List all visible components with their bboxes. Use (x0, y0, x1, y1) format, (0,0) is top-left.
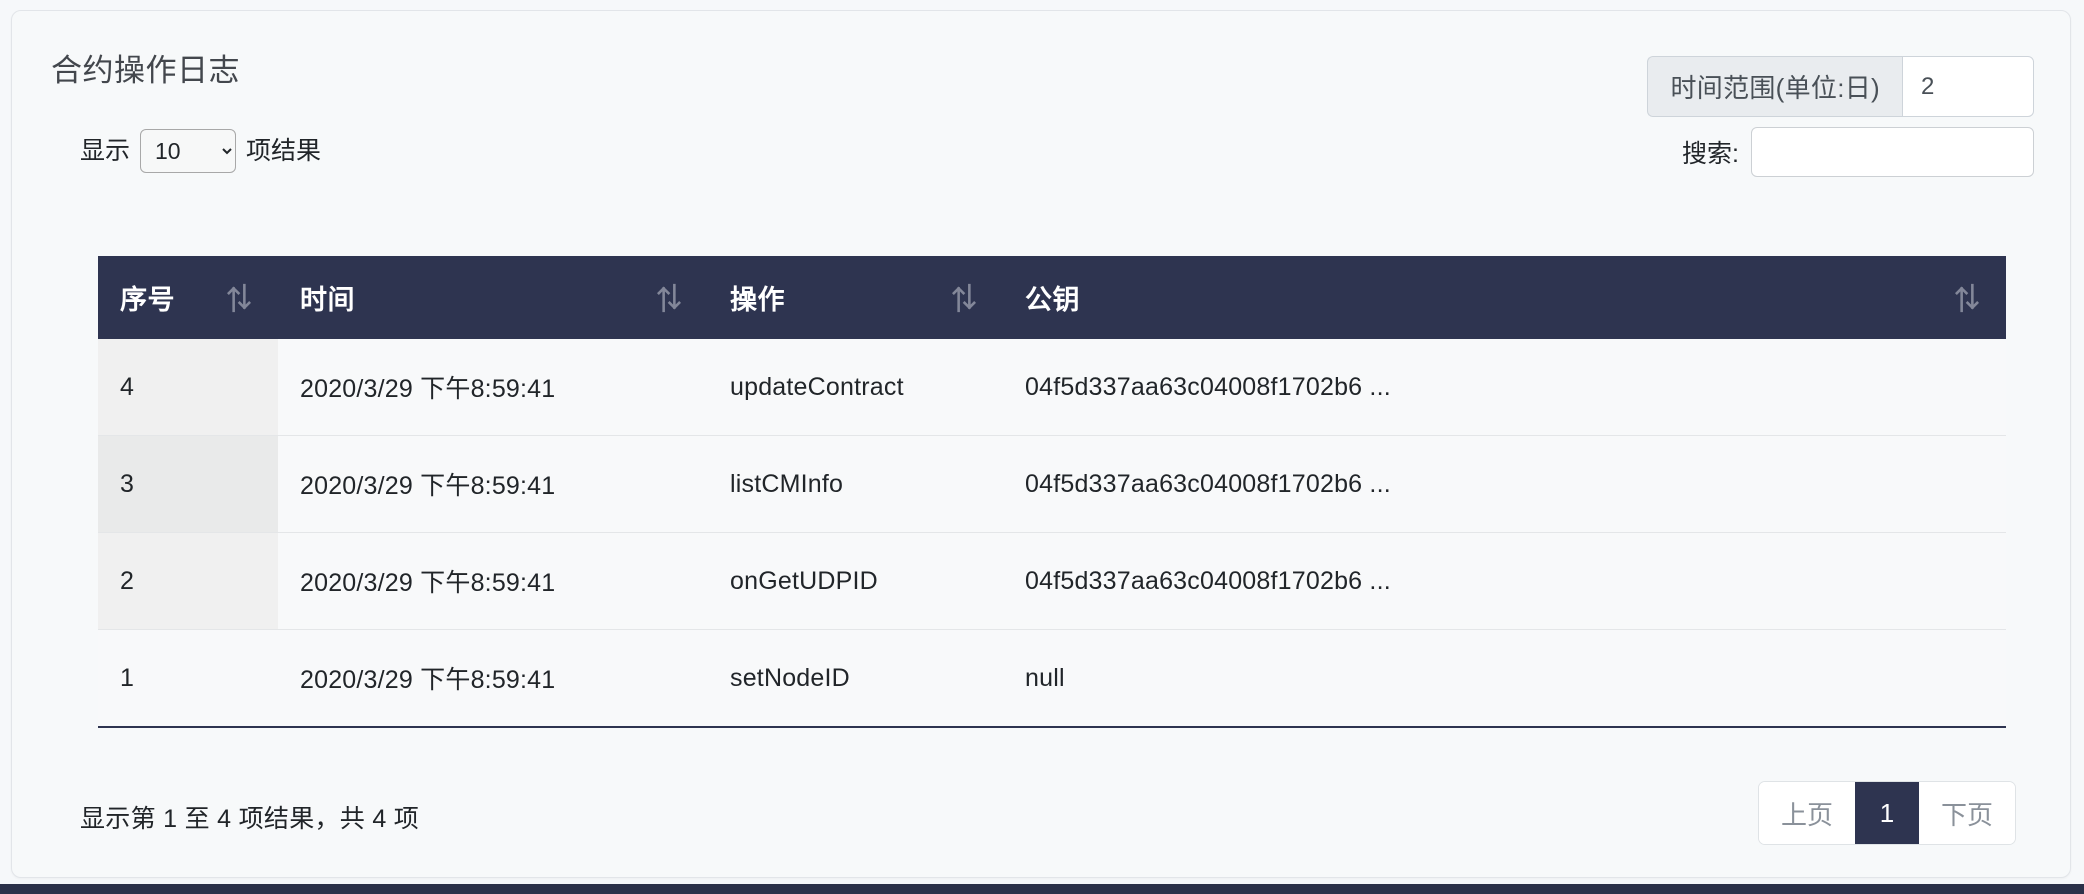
column-header-index-label: 序号 (120, 285, 175, 315)
column-header-time[interactable]: 时间 (278, 256, 708, 339)
cell-operation: onGetUDPID (708, 532, 1003, 630)
time-range-label: 时间范围(单位:日) (1647, 56, 1902, 117)
card-header: 合约操作日志 时间范围(单位:日) (12, 11, 2070, 119)
table-controls: 显示 10 项结果 搜索: (12, 119, 2070, 195)
cell-index: 3 (98, 435, 278, 533)
cell-operation: updateContract (708, 339, 1003, 436)
time-range-input[interactable] (1902, 56, 2034, 117)
log-table-wrapper: 序号 时间 操作 公钥 4 2020/3/29 下午8:59:41 update… (98, 256, 2006, 728)
pagination-next-button[interactable]: 下页 (1918, 782, 2015, 844)
cell-index: 4 (98, 339, 278, 436)
page-title: 合约操作日志 (51, 53, 240, 88)
length-menu-suffix: 项结果 (246, 136, 322, 165)
length-select[interactable]: 10 (140, 129, 237, 173)
pagination-previous-button[interactable]: 上页 (1758, 782, 1855, 844)
table-row[interactable]: 3 2020/3/29 下午8:59:41 listCMInfo 04f5d33… (98, 435, 2006, 533)
table-row[interactable]: 1 2020/3/29 下午8:59:41 setNodeID null (98, 629, 2006, 728)
cell-operation: setNodeID (708, 629, 1003, 728)
search-control: 搜索: (1682, 127, 2034, 177)
cell-pubkey: 04f5d337aa63c04008f1702b6 ... (1003, 435, 2006, 533)
cell-operation: listCMInfo (708, 435, 1003, 533)
table-info: 显示第 1 至 4 项结果，共 4 项 (80, 805, 420, 833)
sort-updown-icon (657, 283, 681, 312)
table-body: 4 2020/3/29 下午8:59:41 updateContract 04f… (98, 339, 2006, 728)
cell-time: 2020/3/29 下午8:59:41 (278, 339, 708, 436)
table-header-row: 序号 时间 操作 公钥 (98, 256, 2006, 339)
contract-log-card: 合约操作日志 时间范围(单位:日) 显示 10 项结果 搜索: (11, 10, 2071, 878)
bottom-accent-bar (0, 884, 2084, 894)
table-row[interactable]: 2 2020/3/29 下午8:59:41 onGetUDPID 04f5d33… (98, 532, 2006, 630)
search-input[interactable] (1751, 127, 2034, 177)
column-header-pubkey[interactable]: 公钥 (1003, 256, 2006, 339)
column-header-operation[interactable]: 操作 (708, 256, 1003, 339)
cell-pubkey: 04f5d337aa63c04008f1702b6 ... (1003, 339, 2006, 436)
column-header-index[interactable]: 序号 (98, 256, 278, 339)
cell-pubkey: 04f5d337aa63c04008f1702b6 ... (1003, 532, 2006, 630)
cell-pubkey: null (1003, 629, 2006, 728)
sort-updown-icon (1955, 283, 1979, 312)
cell-time: 2020/3/29 下午8:59:41 (278, 435, 708, 533)
search-label: 搜索: (1682, 140, 1739, 168)
sort-updown-icon (952, 283, 976, 312)
table-head: 序号 时间 操作 公钥 (98, 256, 2006, 339)
cell-time: 2020/3/29 下午8:59:41 (278, 629, 708, 728)
column-header-pubkey-label: 公钥 (1025, 285, 1080, 315)
column-header-operation-label: 操作 (730, 285, 785, 315)
table-row[interactable]: 4 2020/3/29 下午8:59:41 updateContract 04f… (98, 339, 2006, 436)
pagination-page-1-button[interactable]: 1 (1854, 782, 1919, 844)
time-range-group: 时间范围(单位:日) (1647, 56, 2034, 117)
cell-time: 2020/3/29 下午8:59:41 (278, 532, 708, 630)
column-header-time-label: 时间 (300, 285, 355, 315)
length-menu: 显示 10 项结果 (80, 129, 321, 173)
log-table: 序号 时间 操作 公钥 4 2020/3/29 下午8:59:41 update… (98, 256, 2006, 728)
length-menu-prefix: 显示 (80, 136, 131, 165)
cell-index: 1 (98, 629, 278, 728)
cell-index: 2 (98, 532, 278, 630)
sort-updown-icon (227, 283, 251, 312)
table-footer: 显示第 1 至 4 项结果，共 4 项 上页 1 下页 (80, 775, 2034, 855)
pagination: 上页 1 下页 (1757, 781, 2016, 845)
